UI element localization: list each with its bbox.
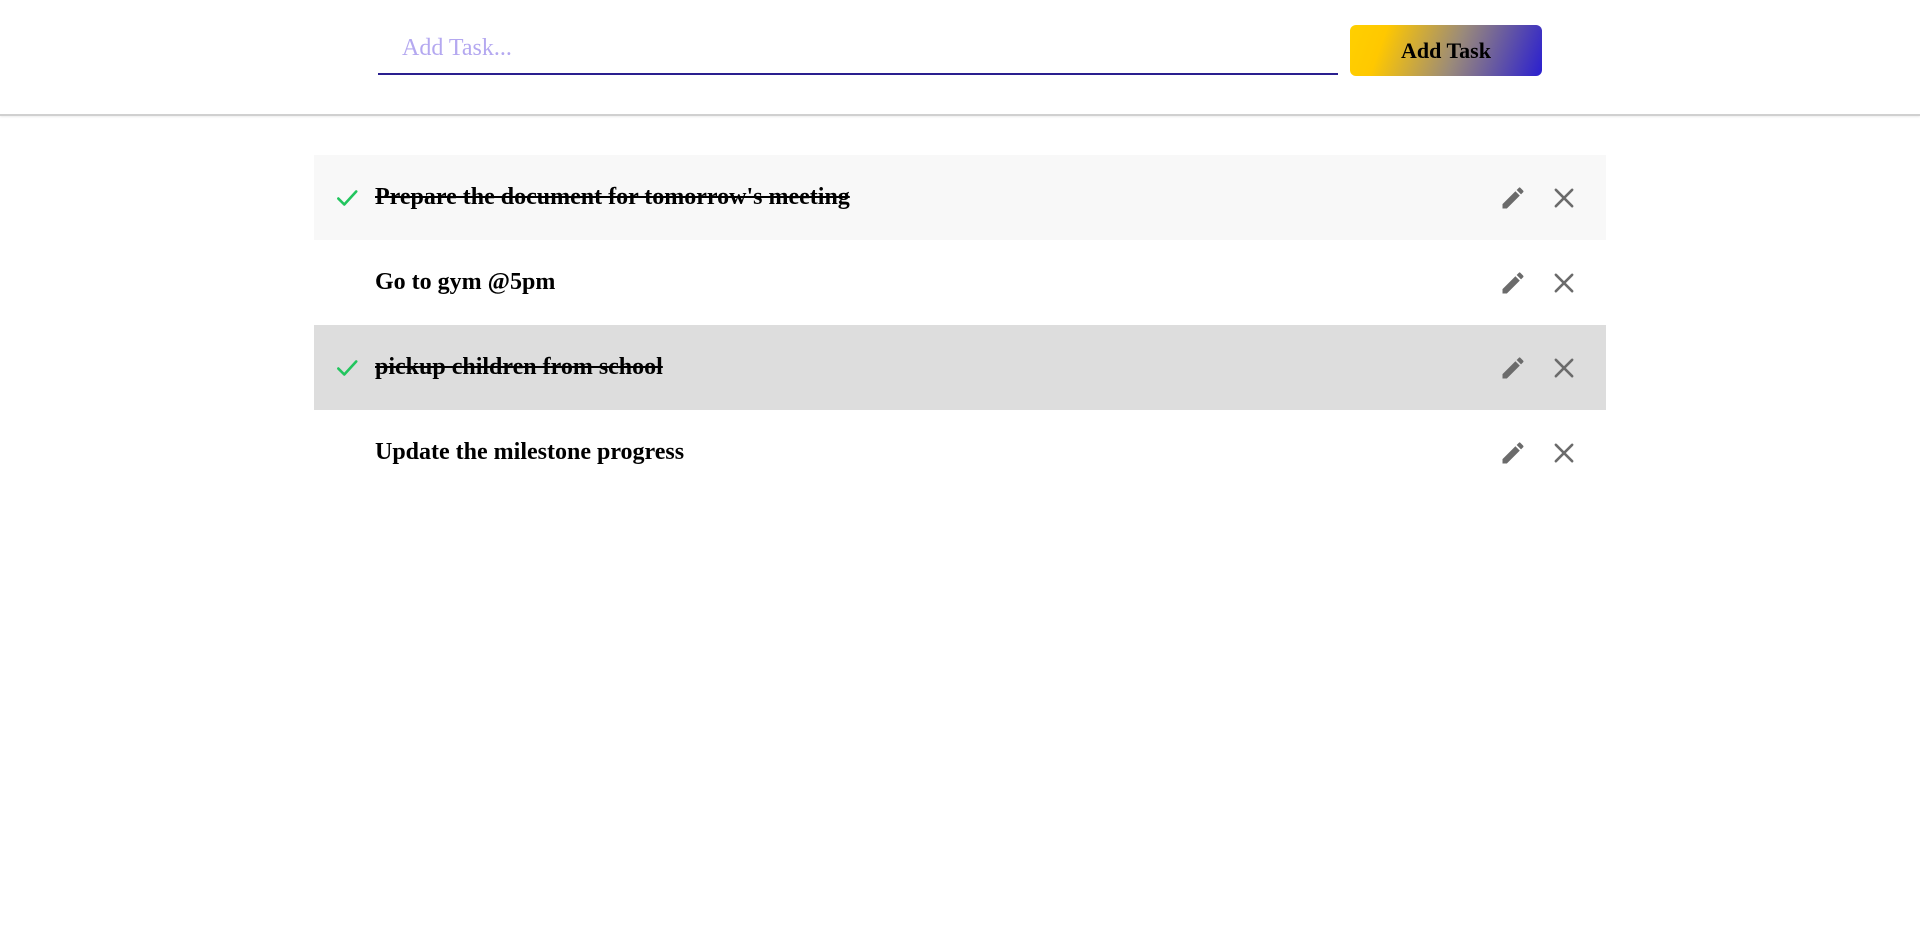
task-text: Update the milestone progress <box>375 439 685 465</box>
add-task-input[interactable] <box>378 24 1338 75</box>
task-text: Prepare the document for tomorrow's meet… <box>375 184 850 210</box>
task-row[interactable]: Prepare the document for tomorrow's meet… <box>314 155 1606 240</box>
task-list: Prepare the document for tomorrow's meet… <box>314 155 1606 495</box>
task-row[interactable]: Update the milestone progress <box>314 410 1606 495</box>
close-icon[interactable] <box>1550 269 1578 297</box>
task-row[interactable]: pickup children from school <box>314 325 1606 410</box>
pencil-icon[interactable] <box>1499 354 1527 382</box>
header: Add Task <box>0 0 1920 116</box>
check-icon[interactable] <box>334 355 360 381</box>
add-task-button[interactable]: Add Task <box>1350 25 1542 76</box>
pencil-icon[interactable] <box>1499 184 1527 212</box>
check-icon[interactable] <box>334 185 360 211</box>
task-text: Go to gym @5pm <box>375 269 556 295</box>
pencil-icon[interactable] <box>1499 269 1527 297</box>
task-text: pickup children from school <box>375 354 663 380</box>
close-icon[interactable] <box>1550 184 1578 212</box>
close-icon[interactable] <box>1550 439 1578 467</box>
close-icon[interactable] <box>1550 354 1578 382</box>
task-row[interactable]: Go to gym @5pm <box>314 240 1606 325</box>
pencil-icon[interactable] <box>1499 439 1527 467</box>
